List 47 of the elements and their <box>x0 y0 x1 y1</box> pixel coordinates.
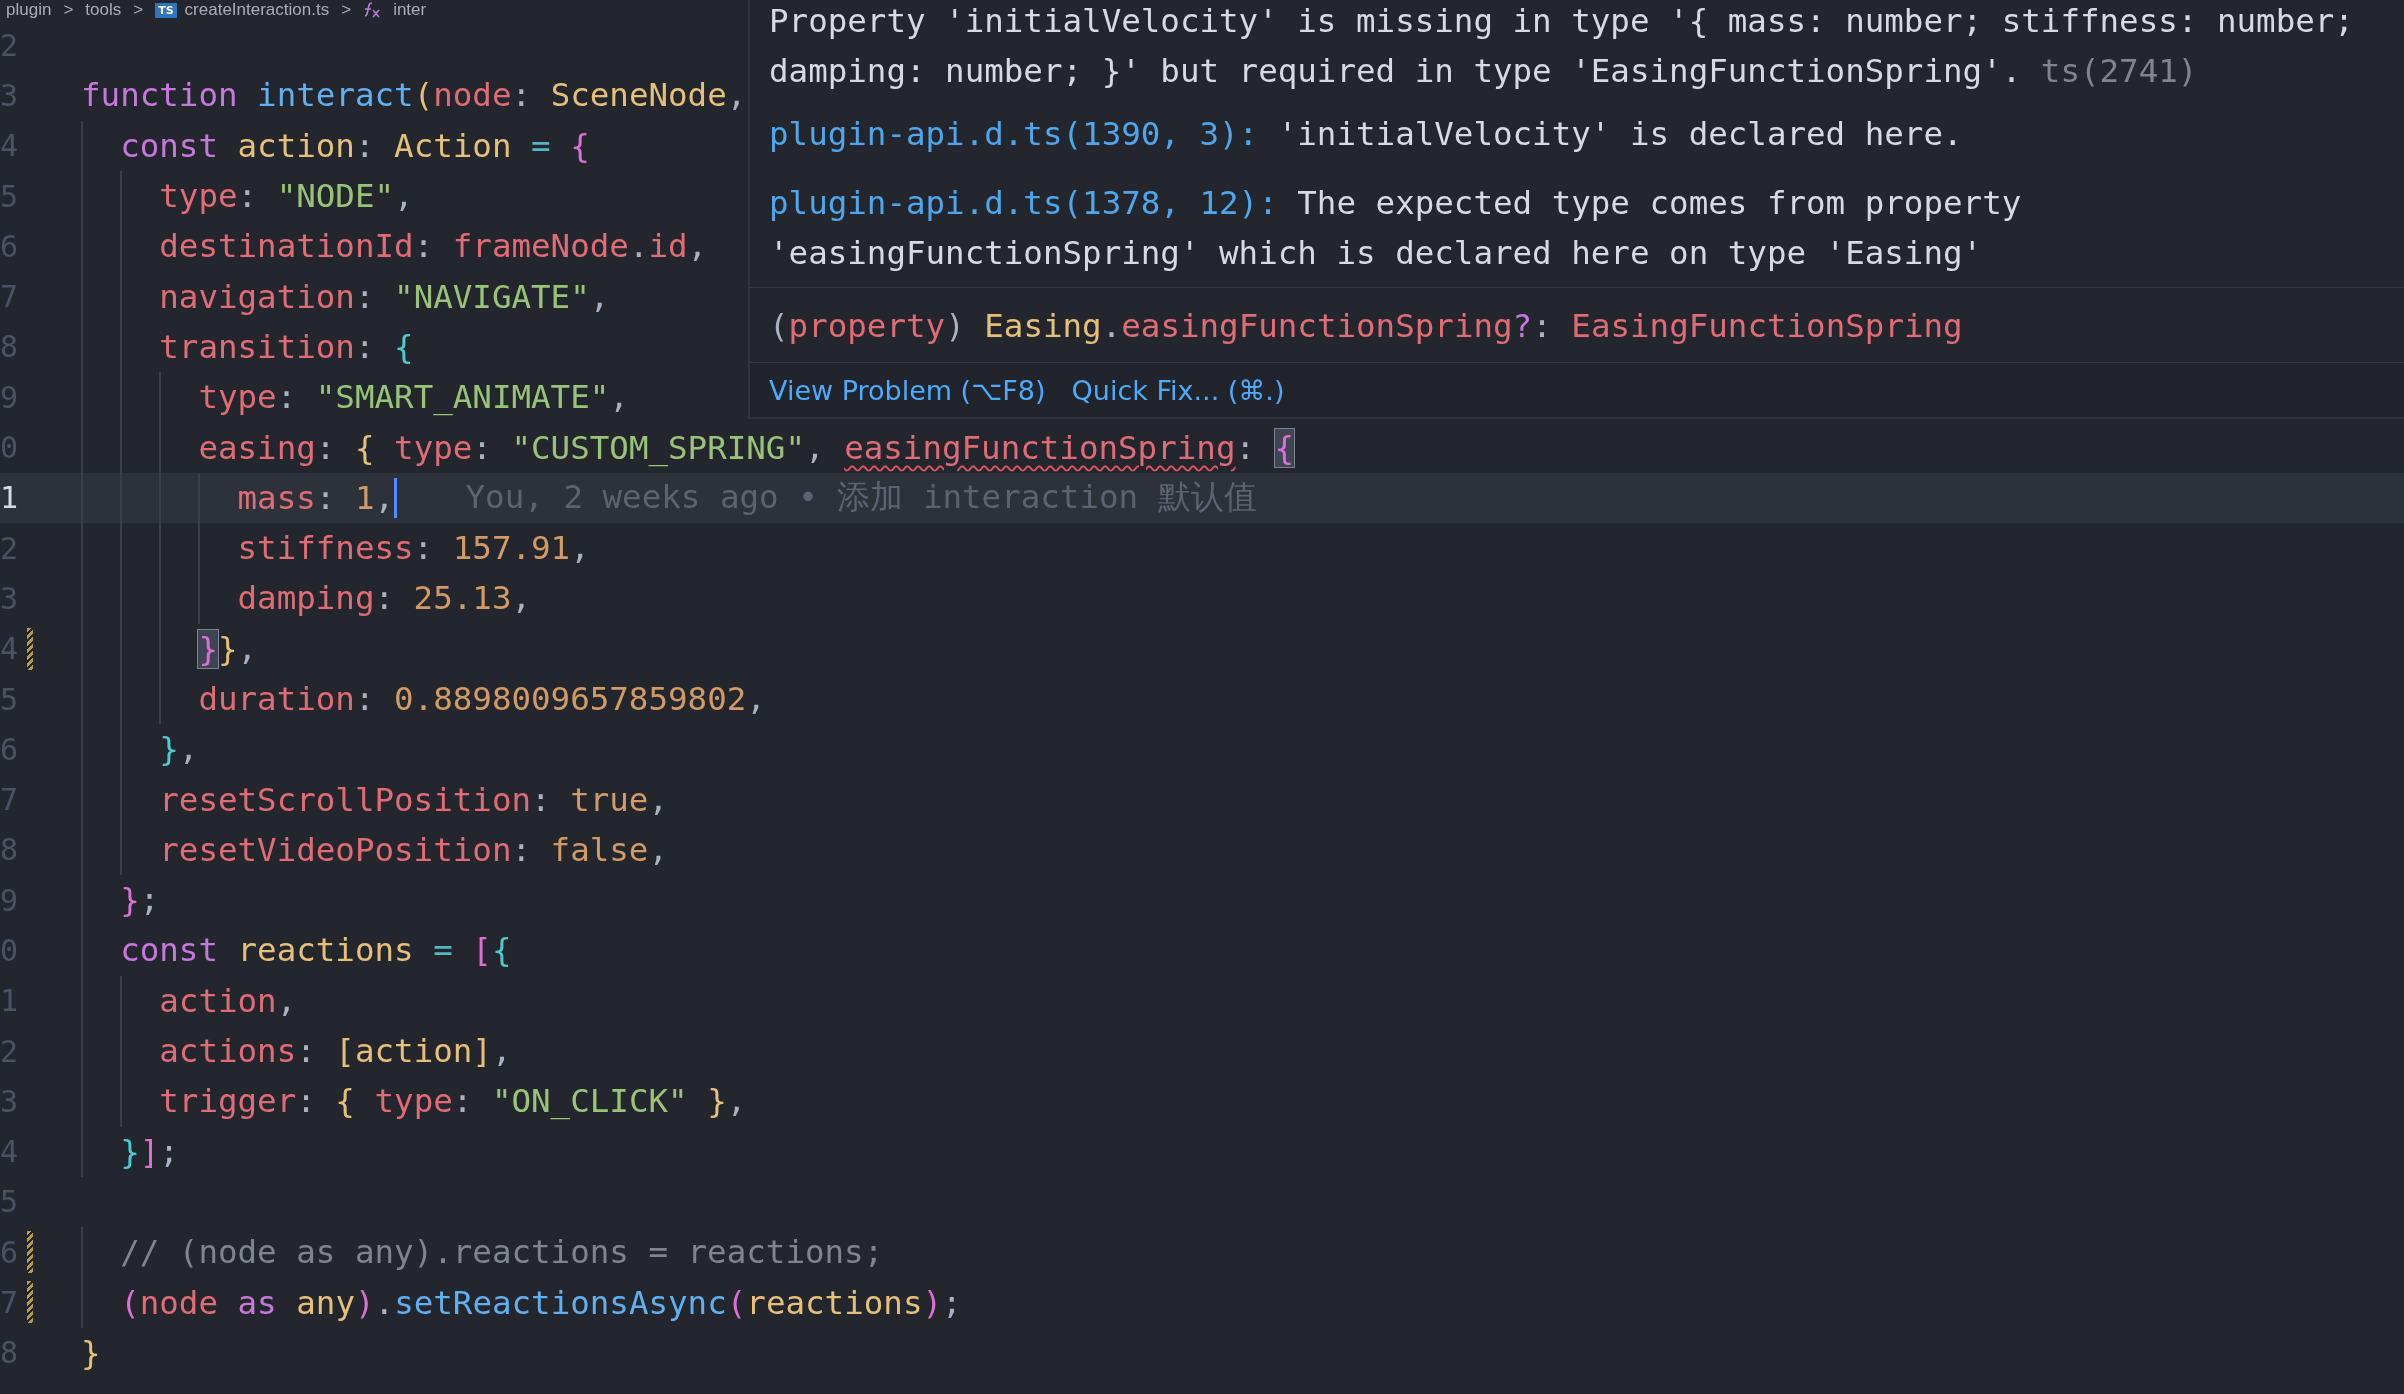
text-cursor <box>394 477 398 518</box>
related-location-link[interactable]: plugin-api.d.ts(1378, 12): <box>769 184 1278 222</box>
action-link[interactable]: Quick Fix... (⌘.) <box>1071 374 1285 406</box>
typescript-file-icon: TS <box>155 2 177 18</box>
code-line: const reactions = [{ <box>120 931 512 970</box>
code-line: } <box>81 1333 101 1372</box>
git-change-marker[interactable] <box>27 1281 33 1324</box>
code-line: action, <box>159 981 297 1020</box>
error-message: Property 'initialVelocity' is missing in type '{ mass: number; stiffness: number; damping: number; }' but required in type 'EasingFunctionSpring'. ts(2741) <box>769 1 2355 92</box>
code-line: navigation: "NAVIGATE", <box>159 277 610 316</box>
breadcrumb-item[interactable]: plugin <box>6 0 52 20</box>
breadcrumb-item[interactable]: inter <box>393 0 427 20</box>
breadcrumb-item[interactable]: TS createInteraction.ts <box>155 0 330 20</box>
code-line: }]; <box>120 1132 179 1171</box>
breadcrumb-item[interactable]: tools <box>85 0 122 20</box>
code-line: destinationId: frameNode.id, <box>159 227 708 266</box>
code-line: (node as any).setReactionsAsync(reactions); <box>120 1283 962 1322</box>
related-info-text: plugin-api.d.ts(1390, 3): 'initialVelocity' is declared here. <box>769 114 1963 155</box>
type-signature: (property) Easing.easingFunctionSpring?: EasingFunctionSpring <box>769 307 1963 345</box>
code-line: resetScrollPosition: true, <box>159 780 669 819</box>
related-location-link[interactable]: plugin-api.d.ts(1390, 3): <box>769 115 1259 153</box>
code-line: }}, <box>198 629 258 668</box>
code-line: easing: { type: "CUSTOM_SPRING", easingFunctionSpring: { <box>198 428 1295 467</box>
breadcrumb-separator: > <box>341 0 352 20</box>
git-change-marker[interactable] <box>27 1231 33 1274</box>
code-line: const action: Action = { <box>120 126 590 165</box>
code-line: resetVideoPosition: false, <box>159 830 668 869</box>
breadcrumb-separator: > <box>133 0 144 20</box>
function-icon <box>363 2 382 18</box>
related-info-text: plugin-api.d.ts(1378, 12): The expected type comes from property 'easingFunctionSpring' which is declared here on type 'Easing' <box>769 183 2023 274</box>
breadcrumb-separator: > <box>63 0 74 20</box>
code-line: duration: 0.8898009657859802, <box>198 680 766 718</box>
code-line: transition: { <box>159 327 414 366</box>
code-line: type: "NODE", <box>159 177 414 216</box>
code-line: trigger: { type: "ON_CLICK" }, <box>159 1082 747 1121</box>
action-link[interactable]: View Problem (⌥F8) <box>769 374 1046 406</box>
git-change-marker[interactable] <box>27 627 33 670</box>
line-number: 1 <box>0 480 20 516</box>
code-line: damping: 25.13, <box>237 579 532 618</box>
code-line: // (node as any).reactions = reactions; <box>120 1233 884 1272</box>
code-line: actions: [action], <box>159 1032 512 1071</box>
code-line: }; <box>120 881 160 920</box>
code-line: type: "SMART_ANIMATE", <box>198 378 629 417</box>
code-line: stiffness: 157.91, <box>237 529 590 568</box>
code-line: function interact(node: SceneNode, <box>81 76 747 115</box>
code-line: mass: 1, <box>237 478 395 517</box>
code-line: }, <box>159 730 199 769</box>
